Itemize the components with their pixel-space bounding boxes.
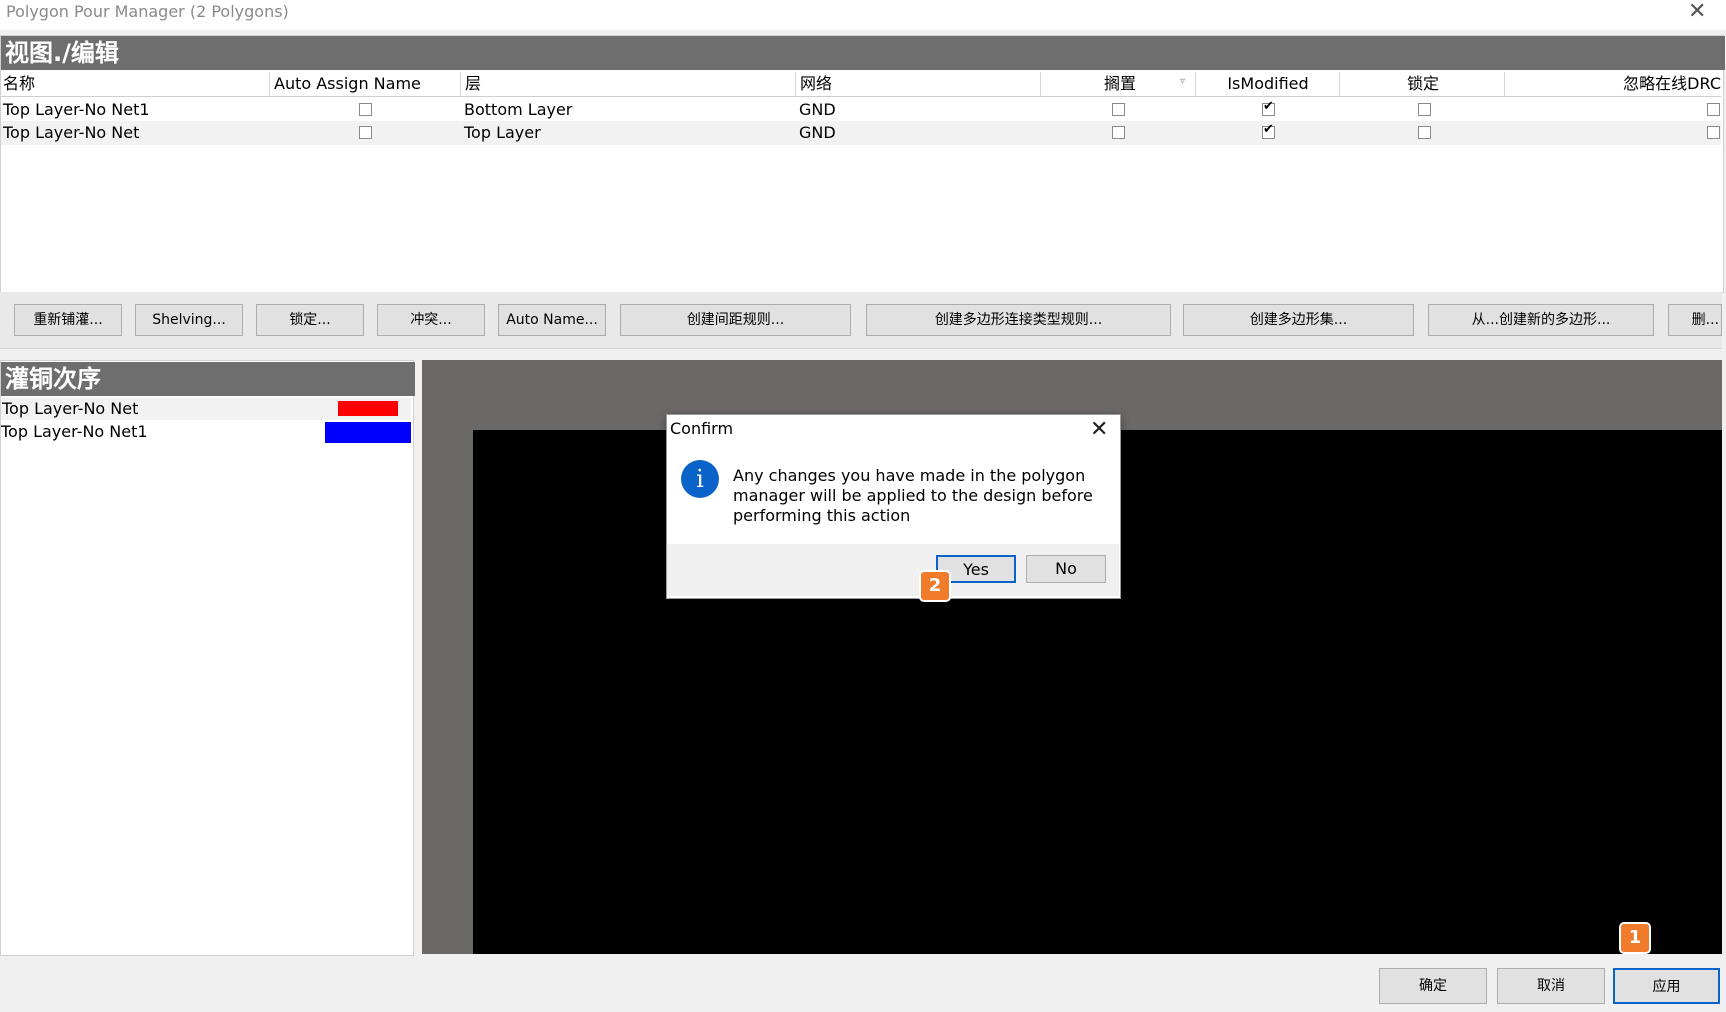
modified-checkbox[interactable] <box>1262 99 1275 116</box>
info-icon: i <box>681 460 719 498</box>
close-icon[interactable]: ✕ <box>1688 0 1706 24</box>
delete-button[interactable]: 删... <box>1668 304 1722 336</box>
locked-checkbox[interactable] <box>1418 126 1431 139</box>
ignore-drc-checkbox[interactable] <box>1707 103 1720 116</box>
violations-button[interactable]: 冲突... <box>377 304 485 336</box>
column-header-shelved[interactable]: 搁置 <box>1045 72 1196 96</box>
row-net: GND <box>799 123 836 142</box>
step-badge-1: 1 <box>1621 924 1649 952</box>
section-header-edit: 视图./编辑 <box>1 36 1725 70</box>
auto-name-button[interactable]: Auto Name... <box>498 304 606 336</box>
pour-order-label: Top Layer-No Net1 <box>1 422 148 441</box>
create-polygon-from-button[interactable]: 从...创建新的多边形... <box>1428 304 1654 336</box>
ok-button[interactable]: 确定 <box>1379 968 1487 1004</box>
window-title: Polygon Pour Manager (2 Polygons) <box>6 2 289 21</box>
shelved-checkbox[interactable] <box>1112 103 1125 116</box>
pour-order-label: Top Layer-No Net <box>2 399 139 418</box>
dialog-message: Any changes you have made in the polygon… <box>733 466 1093 525</box>
locked-checkbox[interactable] <box>1418 103 1431 116</box>
row-name: Top Layer-No Net <box>3 123 140 142</box>
table-row[interactable] <box>1 121 1721 145</box>
table-row[interactable] <box>1 98 1721 122</box>
create-connect-style-rule-button[interactable]: 创建多边形连接类型规则... <box>866 304 1171 336</box>
color-swatch-blue <box>325 422 411 443</box>
column-header-auto-assign[interactable]: Auto Assign Name <box>274 72 461 96</box>
column-header-locked[interactable]: 锁定 <box>1342 72 1505 96</box>
header-divider <box>1 96 1721 97</box>
row-layer: Top Layer <box>464 123 541 142</box>
row-name: Top Layer-No Net1 <box>3 100 150 119</box>
dialog-title: Confirm <box>670 419 734 438</box>
ignore-drc-checkbox[interactable] <box>1707 126 1720 139</box>
section-header-pour-order: 灌铜次序 <box>1 362 415 396</box>
repour-button[interactable]: 重新铺灌... <box>14 304 122 336</box>
lock-button[interactable]: 锁定... <box>256 304 364 336</box>
cancel-button[interactable]: 取消 <box>1497 968 1605 1004</box>
column-header-ignore-drc[interactable]: 忽略在线DRC <box>1508 72 1721 96</box>
shelved-checkbox[interactable] <box>1112 126 1125 139</box>
close-icon[interactable]: ✕ <box>1090 417 1108 442</box>
shelving-button[interactable]: Shelving... <box>135 304 243 336</box>
column-header-modified[interactable]: IsModified <box>1197 72 1340 96</box>
auto-assign-checkbox[interactable] <box>359 103 372 116</box>
auto-assign-checkbox[interactable] <box>359 126 372 139</box>
row-layer: Bottom Layer <box>464 100 573 119</box>
column-header-net[interactable]: 网络 <box>800 72 1041 96</box>
modified-checkbox[interactable] <box>1262 122 1275 139</box>
row-net: GND <box>799 100 836 119</box>
apply-button[interactable]: 应用 <box>1613 968 1720 1004</box>
column-header-name[interactable]: 名称 <box>3 72 270 96</box>
pour-order-panel <box>0 360 414 956</box>
create-polygon-class-button[interactable]: 创建多边形集... <box>1183 304 1414 336</box>
color-swatch-red <box>338 401 398 416</box>
no-button[interactable]: No <box>1026 555 1106 583</box>
filter-icon[interactable]: ▿ <box>1180 76 1185 87</box>
step-badge-2: 2 <box>921 572 949 600</box>
column-header-layer[interactable]: 层 <box>465 72 796 96</box>
create-clearance-rule-button[interactable]: 创建间距规则... <box>620 304 851 336</box>
